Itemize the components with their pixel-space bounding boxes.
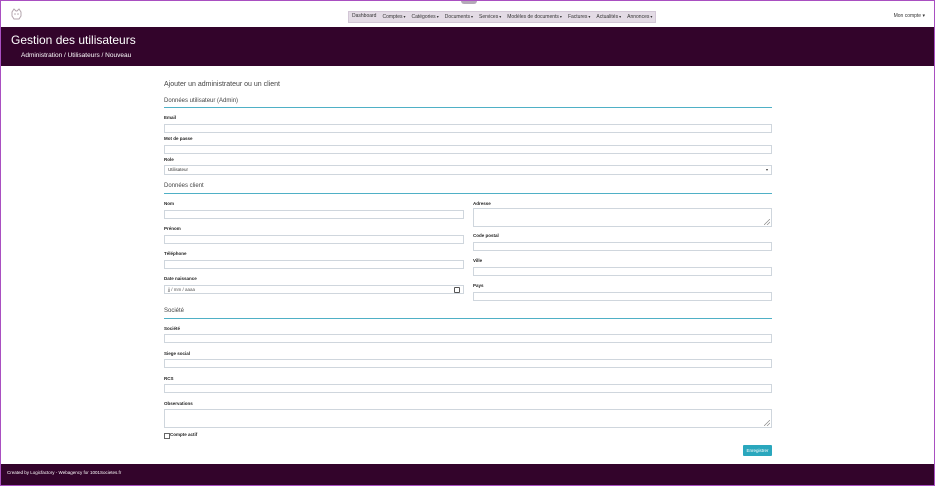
section-divider — [164, 193, 772, 194]
nav-item-label: Documents — [444, 14, 470, 20]
rcs-field[interactable] — [164, 384, 772, 393]
section-title-user: Données utilisateur (Admin) — [164, 98, 239, 104]
section-divider — [164, 318, 772, 319]
siege-social-field[interactable] — [164, 359, 772, 368]
role-select[interactable]: Utilisateur ▾ — [164, 165, 772, 175]
nav-item-label: Dashboard — [352, 13, 377, 19]
resize-handle-icon[interactable] — [764, 219, 770, 225]
nav-item-label: Actualités — [596, 14, 619, 20]
nav-item-label: Modèles de documents — [507, 14, 559, 20]
nav-item-factures[interactable]: Factures▾ — [565, 12, 593, 22]
telephone-field[interactable] — [164, 260, 464, 269]
code-postal-field[interactable] — [473, 242, 772, 251]
footer-credits: Created by Logicfactory - Webagency for … — [7, 470, 122, 475]
chevron-down-icon: ▾ — [559, 14, 562, 19]
nav-item-actualit-s[interactable]: Actualités▾ — [593, 12, 624, 22]
account-menu[interactable]: Mon compte ▾ — [894, 13, 925, 19]
section-divider — [164, 107, 772, 108]
nav-item-documents[interactable]: Documents▾ — [442, 12, 476, 22]
chevron-down-icon: ▾ — [650, 14, 653, 19]
code-postal-label: Code postal — [473, 233, 499, 238]
nav-item-mod-les-de-documents[interactable]: Modèles de documents▾ — [504, 12, 565, 22]
section-title-company: Société — [164, 308, 185, 314]
ville-label: Ville — [473, 258, 483, 263]
save-button[interactable]: Enregistrer — [743, 445, 772, 456]
nav-item-dashboard[interactable]: Dashboard — [349, 12, 379, 22]
adresse-label: Adresse — [473, 201, 491, 206]
resize-handle-icon[interactable] — [764, 420, 770, 426]
nav-item-label: Annonces — [627, 14, 650, 20]
pays-field[interactable] — [473, 292, 772, 301]
page-title: Gestion des utilisateurs — [11, 33, 136, 47]
pays-label: Pays — [473, 283, 484, 288]
chevron-down-icon: ▾ — [403, 14, 406, 19]
role-label: Role — [164, 157, 174, 162]
date-field[interactable]: jj / mm / aaaa — [164, 285, 464, 294]
adresse-textarea[interactable] — [473, 208, 772, 227]
date-placeholder: jj / mm / aaaa — [168, 287, 196, 292]
active-account-label[interactable]: Compte actif — [170, 432, 197, 437]
chevron-down-icon: ▾ — [471, 14, 474, 19]
email-label: Email — [164, 115, 177, 120]
page-header: Gestion des utilisateurs Administration … — [1, 27, 934, 66]
main-menu: Dashboard Comptes▾ Catégories▾ Documents▾ Se… — [348, 11, 657, 23]
password-field[interactable] — [164, 145, 772, 154]
role-select-value: Utilisateur — [168, 167, 189, 172]
nav-item-services[interactable]: Services▾ — [476, 12, 504, 22]
top-navbar: Dashboard Comptes▾ Catégories▾ Documents▾ Se… — [1, 1, 934, 27]
email-field[interactable] — [164, 124, 772, 133]
section-title-client: Données client — [164, 183, 204, 189]
chevron-down-icon: ▾ — [588, 14, 591, 19]
calendar-icon[interactable] — [454, 287, 460, 293]
nav-item-label: Factures — [567, 14, 588, 20]
password-label: Mot de passe — [164, 136, 193, 141]
chevron-down-icon: ▾ — [619, 14, 622, 19]
date-label: Date naissance — [164, 276, 197, 281]
nav-item-label: Comptes — [382, 14, 403, 20]
ville-field[interactable] — [473, 267, 772, 276]
societe-label: Société — [164, 326, 181, 331]
observations-label: Observations — [164, 401, 193, 406]
nav-item-comptes[interactable]: Comptes▾ — [379, 12, 408, 22]
form-heading: Ajouter un administrateur ou un client — [164, 81, 280, 88]
chevron-down-icon: ▾ — [499, 14, 502, 19]
footer: Created by Logicfactory - Webagency for … — [1, 464, 934, 485]
societe-field[interactable] — [164, 334, 772, 343]
prenom-label: Prénom — [164, 226, 181, 231]
nav-item-annonces[interactable]: Annonces▾ — [624, 12, 655, 22]
chevron-down-icon: ▾ — [765, 167, 768, 172]
nom-label: Nom — [164, 201, 174, 206]
rcs-label: RCS — [164, 376, 174, 381]
logo-icon[interactable] — [10, 8, 23, 21]
top-tab-handle — [461, 1, 477, 4]
telephone-label: Téléphone — [164, 251, 187, 256]
nav-item-label: Services — [479, 14, 499, 20]
nav-item-label: Catégories — [411, 14, 436, 20]
siege-social-label: Siege social — [164, 351, 191, 356]
nav-item-cat-gories[interactable]: Catégories▾ — [409, 12, 442, 22]
observations-textarea[interactable] — [164, 409, 772, 428]
chevron-down-icon: ▾ — [436, 14, 439, 19]
nom-field[interactable] — [164, 210, 464, 219]
breadcrumb: Administration / Utilisateurs / Nouveau — [21, 52, 132, 59]
prenom-field[interactable] — [164, 235, 464, 244]
